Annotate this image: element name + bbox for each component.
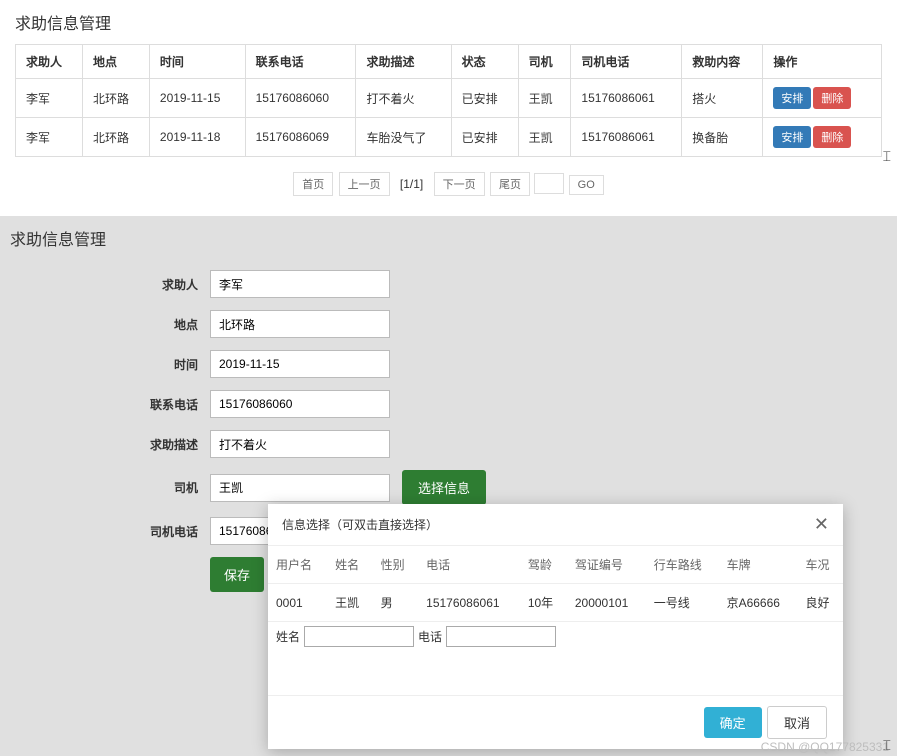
cell-time: 2019-11-18 xyxy=(149,118,245,157)
label-phone: 联系电话 xyxy=(10,396,210,413)
close-icon[interactable]: ✕ xyxy=(814,514,829,535)
page-last[interactable]: 尾页 xyxy=(490,172,530,196)
label-desc: 求助描述 xyxy=(10,436,210,453)
input-phone[interactable] xyxy=(210,390,390,418)
mth-cond: 车况 xyxy=(797,546,843,584)
input-driver[interactable] xyxy=(210,474,390,502)
mth-plate: 车牌 xyxy=(719,546,798,584)
info-select-modal: 信息选择（可双击直接选择） ✕ 用户名 姓名 性别 电话 驾龄 驾证编号 行车路… xyxy=(268,504,843,749)
mth-route: 行车路线 xyxy=(646,546,719,584)
page-info: [1/1] xyxy=(394,174,429,194)
save-button[interactable]: 保存 xyxy=(210,557,264,592)
cancel-button[interactable]: 取消 xyxy=(767,706,827,739)
label-driver: 司机 xyxy=(10,479,210,496)
mth-license: 驾证编号 xyxy=(567,546,646,584)
cell-cond: 良好 xyxy=(797,584,843,622)
input-person[interactable] xyxy=(210,270,390,298)
cell-content: 换备胎 xyxy=(682,118,763,157)
cell-driver: 王凯 xyxy=(518,118,571,157)
mth-user: 用户名 xyxy=(268,546,327,584)
cell-desc: 打不着火 xyxy=(356,79,451,118)
cell-gender: 男 xyxy=(373,584,419,622)
select-info-button[interactable]: 选择信息 xyxy=(402,470,486,505)
cell-phone: 15176086061 xyxy=(418,584,520,622)
help-table: 求助人 地点 时间 联系电话 求助描述 状态 司机 司机电话 救助内容 操作 李… xyxy=(15,44,882,157)
th-desc: 求助描述 xyxy=(356,45,451,79)
cell-driverPhone: 15176086061 xyxy=(571,118,682,157)
cell-time: 2019-11-15 xyxy=(149,79,245,118)
cell-phone: 15176086069 xyxy=(245,118,356,157)
th-time: 时间 xyxy=(149,45,245,79)
filter-name-label: 姓名 xyxy=(276,628,300,645)
mth-phone: 电话 xyxy=(418,546,520,584)
cell-driver: 王凯 xyxy=(518,79,571,118)
cell-license: 20000101 xyxy=(567,584,646,622)
label-time: 时间 xyxy=(10,356,210,373)
cell-age: 10年 xyxy=(520,584,567,622)
th-driverphone: 司机电话 xyxy=(571,45,682,79)
cell-desc: 车胎没气了 xyxy=(356,118,451,157)
th-person: 求助人 xyxy=(16,45,83,79)
modal-table: 用户名 姓名 性别 电话 驾龄 驾证编号 行车路线 车牌 车况 0001 王凯 xyxy=(268,546,843,622)
filter-phone-input[interactable] xyxy=(446,626,556,647)
mth-gender: 性别 xyxy=(373,546,419,584)
arrange-button[interactable]: 安排 xyxy=(773,87,811,109)
th-place: 地点 xyxy=(82,45,149,79)
ok-button[interactable]: 确定 xyxy=(704,707,762,738)
modal-row[interactable]: 0001 王凯 男 15176086061 10年 20000101 一号线 京… xyxy=(268,584,843,622)
form-title: 求助信息管理 xyxy=(10,226,887,250)
page-input[interactable] xyxy=(534,173,564,194)
th-action: 操作 xyxy=(763,45,882,79)
cell-status: 已安排 xyxy=(451,118,518,157)
pagination: 首页 上一页 [1/1] 下一页 尾页 GO xyxy=(15,172,882,196)
page-first[interactable]: 首页 xyxy=(293,172,333,196)
cell-route: 一号线 xyxy=(646,584,719,622)
label-driverphone: 司机电话 xyxy=(10,523,210,540)
cell-phone: 15176086060 xyxy=(245,79,356,118)
cell-place: 北环路 xyxy=(82,118,149,157)
th-phone: 联系电话 xyxy=(245,45,356,79)
cell-content: 搭火 xyxy=(682,79,763,118)
delete-button[interactable]: 删除 xyxy=(813,126,851,148)
label-place: 地点 xyxy=(10,316,210,333)
label-person: 求助人 xyxy=(10,276,210,293)
table-row: 李军北环路2019-11-1515176086060打不着火已安排王凯15176… xyxy=(16,79,882,118)
table-row: 李军北环路2019-11-1815176086069车胎没气了已安排王凯1517… xyxy=(16,118,882,157)
cell-action: 安排删除 xyxy=(763,118,882,157)
cursor-icon: ⌶ xyxy=(883,148,891,165)
delete-button[interactable]: 删除 xyxy=(813,87,851,109)
cell-user: 0001 xyxy=(268,584,327,622)
modal-title: 信息选择（可双击直接选择） xyxy=(282,516,438,533)
page-go[interactable]: GO xyxy=(569,175,604,195)
cell-action: 安排删除 xyxy=(763,79,882,118)
cell-driverPhone: 15176086061 xyxy=(571,79,682,118)
input-time[interactable] xyxy=(210,350,390,378)
cell-person: 李军 xyxy=(16,79,83,118)
th-status: 状态 xyxy=(451,45,518,79)
page-next[interactable]: 下一页 xyxy=(434,172,485,196)
th-content: 救助内容 xyxy=(682,45,763,79)
watermark: CSDN @QQ177825331 xyxy=(761,740,889,754)
cell-status: 已安排 xyxy=(451,79,518,118)
filter-phone-label: 电话 xyxy=(418,628,442,645)
input-place[interactable] xyxy=(210,310,390,338)
page-title: 求助信息管理 xyxy=(15,10,882,34)
cell-person: 李军 xyxy=(16,118,83,157)
cell-name: 王凯 xyxy=(327,584,373,622)
filter-name-input[interactable] xyxy=(304,626,414,647)
mth-age: 驾龄 xyxy=(520,546,567,584)
mth-name: 姓名 xyxy=(327,546,373,584)
th-driver: 司机 xyxy=(518,45,571,79)
arrange-button[interactable]: 安排 xyxy=(773,126,811,148)
input-desc[interactable] xyxy=(210,430,390,458)
cell-place: 北环路 xyxy=(82,79,149,118)
cell-plate: 京A66666 xyxy=(719,584,798,622)
page-prev[interactable]: 上一页 xyxy=(339,172,390,196)
